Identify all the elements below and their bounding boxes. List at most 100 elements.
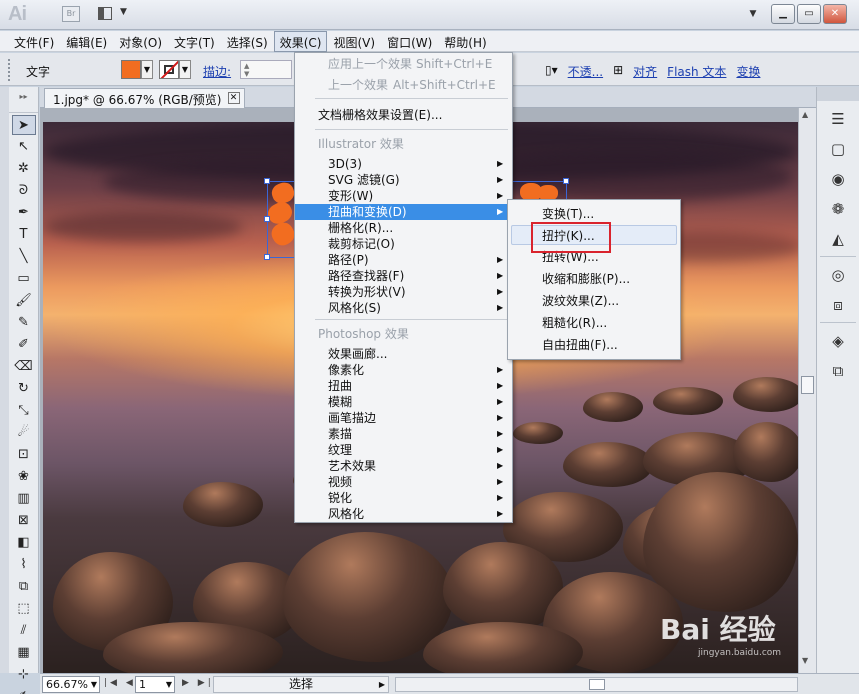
- submenu-item-roughen[interactable]: 粗糙化(R)...: [508, 313, 680, 333]
- menu-item-document-raster-settings[interactable]: 文档栅格效果设置(E)...: [295, 107, 512, 123]
- menu-item-rasterize[interactable]: 栅格化(R)...: [295, 220, 512, 236]
- menu-item-sketch[interactable]: 素描 ▶: [295, 426, 512, 442]
- stroke-dropdown-icon[interactable]: ▼: [179, 60, 191, 79]
- submenu-item-pucker-bloat[interactable]: 收缩和膨胀(P)...: [508, 269, 680, 289]
- artboard-nav-next-icons[interactable]: ▶ ▶|: [182, 678, 214, 688]
- menu-item-warp[interactable]: 变形(W) ▶: [295, 188, 512, 204]
- align-icon[interactable]: ⊞: [613, 63, 623, 80]
- mesh-tool-icon[interactable]: ⊠: [12, 511, 36, 531]
- zoom-select[interactable]: 66.67% ▼: [42, 676, 100, 693]
- submenu-item-zig-zag[interactable]: 波纹效果(Z)...: [508, 291, 680, 311]
- submenu-item-free-distort[interactable]: 自由扭曲(F)...: [508, 335, 680, 355]
- blend-tool-icon[interactable]: ⧉: [12, 577, 36, 597]
- menu-item-sharpen[interactable]: 锐化 ▶: [295, 490, 512, 506]
- minimize-button[interactable]: ▁: [771, 4, 795, 24]
- menu-item-effect-gallery[interactable]: 效果画廊...: [295, 346, 512, 362]
- scrollbar-thumb[interactable]: [801, 376, 814, 394]
- close-button[interactable]: ✕: [823, 4, 847, 24]
- scrollbar-thumb[interactable]: [589, 679, 605, 690]
- menu-window[interactable]: 窗口(W): [381, 31, 438, 52]
- transform-link[interactable]: 变换: [736, 63, 760, 80]
- flash-text-link[interactable]: Flash 文本: [667, 63, 726, 80]
- warp-tool-icon[interactable]: ☄: [12, 423, 36, 443]
- color-guide-icon[interactable]: ◉: [825, 167, 851, 191]
- artboard-number-select[interactable]: 1 ▼: [135, 676, 175, 693]
- opacity-link[interactable]: 不透...: [568, 63, 603, 80]
- menu-item-svg-filters[interactable]: SVG 滤镜(G) ▶: [295, 172, 512, 188]
- document-tab[interactable]: 1.jpg* @ 66.67% (RGB/预览) ✕: [44, 88, 245, 108]
- menu-item-blur[interactable]: 模糊 ▶: [295, 394, 512, 410]
- direct-selection-tool-icon[interactable]: ↖: [12, 137, 36, 157]
- menu-item-stylize-photoshop[interactable]: 风格化 ▶: [295, 506, 512, 522]
- menu-item-convert-to-shape[interactable]: 转换为形状(V) ▶: [295, 284, 512, 300]
- column-graph-tool-icon[interactable]: ▦: [12, 643, 36, 663]
- submenu-item-transform[interactable]: 变换(T)...: [508, 204, 680, 224]
- menu-item-texture[interactable]: 纹理 ▶: [295, 442, 512, 458]
- menu-item-brush-strokes[interactable]: 画笔描边 ▶: [295, 410, 512, 426]
- vertical-scrollbar[interactable]: ▲ ▼: [798, 108, 816, 673]
- menu-file[interactable]: 文件(F): [8, 31, 60, 52]
- swatches-icon[interactable]: ❁: [825, 197, 851, 221]
- appearance-icon[interactable]: ◎: [825, 263, 851, 287]
- menu-view[interactable]: 视图(V): [327, 31, 381, 52]
- paintbrush-tool-icon[interactable]: 🖌: [12, 291, 36, 311]
- fill-color-swatch[interactable]: [121, 60, 141, 79]
- artboard-nav-prev-icons[interactable]: |◀ ◀: [104, 678, 136, 688]
- menu-item-last-effect[interactable]: 上一个效果 Alt+Shift+Ctrl+E: [295, 77, 512, 93]
- layers-icon[interactable]: ◈: [825, 329, 851, 353]
- graph-tool-icon[interactable]: ▥: [12, 489, 36, 509]
- menu-item-3d[interactable]: 3D(3) ▶: [295, 156, 512, 172]
- graphic-styles-icon[interactable]: ⧈: [825, 293, 851, 317]
- menu-item-artistic[interactable]: 艺术效果 ▶: [295, 458, 512, 474]
- slice-tool-icon[interactable]: ⫽: [12, 621, 36, 641]
- artboard-tool-icon[interactable]: ⊹: [12, 665, 36, 685]
- color-panel-icon[interactable]: ▢: [825, 137, 851, 161]
- free-transform-tool-icon[interactable]: ⊡: [12, 445, 36, 465]
- right-dock-header[interactable]: [817, 87, 859, 101]
- menu-item-pathfinder[interactable]: 路径查找器(F) ▶: [295, 268, 512, 284]
- menu-effect[interactable]: 效果(C): [273, 31, 328, 52]
- menu-help[interactable]: 帮助(H): [438, 31, 492, 52]
- bridge-button[interactable]: Br: [62, 6, 80, 22]
- blob-brush-tool-icon[interactable]: ✐: [12, 335, 36, 355]
- scroll-up-icon[interactable]: ▲: [802, 110, 808, 119]
- menu-item-stylize-illustrator[interactable]: 风格化(S) ▶: [295, 300, 512, 316]
- menu-item-distort-transform[interactable]: 扭曲和变换(D) ▶: [295, 204, 512, 220]
- rectangle-tool-icon[interactable]: ▭: [12, 269, 36, 289]
- eyedropper-tool-icon[interactable]: ⌇: [12, 555, 36, 575]
- artboards-icon[interactable]: ⧉: [825, 359, 851, 383]
- line-tool-icon[interactable]: ╲: [12, 247, 36, 267]
- status-info[interactable]: 选择 ▶: [213, 676, 389, 693]
- tools-panel-header[interactable]: ▸▸: [9, 87, 38, 113]
- stroke-link[interactable]: 描边:: [203, 63, 231, 80]
- live-paint-tool-icon[interactable]: ⬚: [12, 599, 36, 619]
- horizontal-scrollbar[interactable]: [395, 677, 798, 692]
- menu-item-crop-marks[interactable]: 裁剪标记(O): [295, 236, 512, 252]
- scale-tool-icon[interactable]: ⤡: [12, 401, 36, 421]
- workspace-layout-button[interactable]: ▼: [96, 5, 132, 23]
- magic-wand-tool-icon[interactable]: ✲: [12, 159, 36, 179]
- menu-edit[interactable]: 编辑(E): [60, 31, 113, 52]
- workspace-dropdown-icon[interactable]: ▼: [745, 4, 761, 24]
- type-tool-icon[interactable]: T: [12, 225, 36, 245]
- resize-handle[interactable]: [264, 178, 270, 184]
- pen-tool-icon[interactable]: ✒: [12, 203, 36, 223]
- menu-item-path[interactable]: 路径(P) ▶: [295, 252, 512, 268]
- pencil-tool-icon[interactable]: ✎: [12, 313, 36, 333]
- resize-handle[interactable]: [563, 178, 569, 184]
- menu-item-apply-last-effect[interactable]: 应用上一个效果 Shift+Ctrl+E: [295, 56, 512, 72]
- stroke-color-swatch[interactable]: [159, 60, 179, 79]
- gradient-panel-icon[interactable]: ◭: [825, 227, 851, 251]
- resize-handle[interactable]: [264, 254, 270, 260]
- menu-object[interactable]: 对象(O): [113, 31, 168, 52]
- menu-select[interactable]: 选择(S): [221, 31, 274, 52]
- menu-item-pixelate[interactable]: 像素化 ▶: [295, 362, 512, 378]
- menu-item-video[interactable]: 视频 ▶: [295, 474, 512, 490]
- menu-type[interactable]: 文字(T): [168, 31, 221, 52]
- fill-dropdown-icon[interactable]: ▼: [141, 60, 153, 79]
- gradient-tool-icon[interactable]: ◧: [12, 533, 36, 553]
- brush-icon[interactable]: ▯▾: [545, 63, 558, 80]
- resize-handle[interactable]: [264, 216, 270, 222]
- menu-item-distort[interactable]: 扭曲 ▶: [295, 378, 512, 394]
- eraser-tool-icon[interactable]: ⌫: [12, 357, 36, 377]
